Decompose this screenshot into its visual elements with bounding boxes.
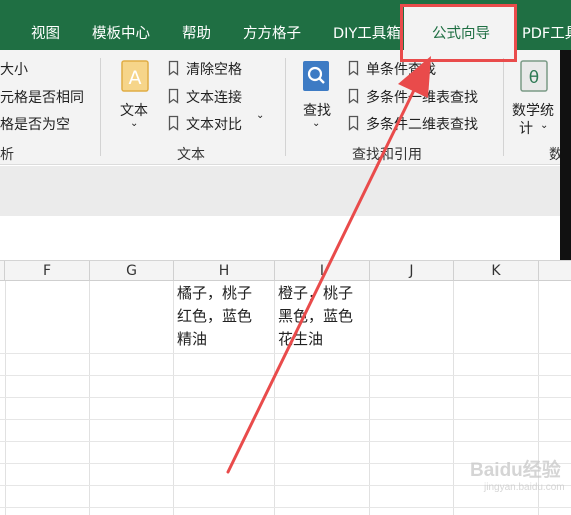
grid-line	[453, 281, 454, 515]
toolbar-area	[0, 166, 571, 216]
grid-line	[173, 281, 174, 515]
ribbon-panel: 大小 元格是否相同 格是否为空 析 A 文本 ⌄ 清除空格 文本连接 文本对比 …	[0, 50, 571, 165]
cell-h-line-3: 精油	[177, 330, 208, 348]
column-header-g[interactable]: G	[90, 261, 174, 281]
grid-line	[0, 375, 571, 376]
tab-formula-wizard-label: 公式向导	[432, 26, 490, 42]
column-header-h[interactable]: H	[174, 261, 275, 281]
bookmark-icon	[348, 60, 359, 76]
grid-line	[0, 397, 571, 398]
group-label-analysis: 析	[0, 147, 14, 163]
theta-icon: θ	[520, 60, 548, 92]
grid-line	[0, 353, 571, 354]
baidu-watermark: Baidu经验 jingyan.baidu.com	[470, 455, 565, 505]
grid-line	[0, 419, 571, 420]
ribbon-item-single-lookup[interactable]: 单条件查找	[366, 59, 436, 79]
magnifier-icon	[303, 61, 329, 91]
chevron-down-icon: ⌄	[130, 118, 139, 129]
tab-pdf-tools[interactable]: PDF工具	[522, 22, 571, 43]
math-stats-label-1: 数学统	[512, 103, 554, 119]
ribbon-item-multi-1d-lookup[interactable]: 多条件一维表查找	[366, 87, 478, 107]
chevron-down-icon: ⌄	[540, 120, 549, 131]
ribbon-item-cells-same[interactable]: 元格是否相同	[0, 87, 84, 107]
ribbon-item-clear-spaces[interactable]: 清除空格	[186, 59, 242, 79]
cell-h-content[interactable]: 橘子，桃子 红色，蓝色 精油	[177, 282, 273, 352]
ribbon-item-cell-empty[interactable]: 格是否为空	[0, 114, 70, 134]
cell-i-line-2: 黑色，蓝色	[278, 307, 354, 325]
text-button[interactable]: A 文本 ⌄	[114, 56, 158, 136]
grid-line	[0, 507, 571, 508]
ribbon-tab-bar: 视图 模板中心 帮助 方方格子 DIY工具箱 公式向导 PDF工具	[0, 0, 571, 50]
lookup-button[interactable]: 查找 ⌄	[298, 56, 338, 136]
cell-i-content[interactable]: 橙子，桃子 黑色，蓝色 花生油	[278, 282, 368, 352]
grid-line	[0, 441, 571, 442]
watermark-url: jingyan.baidu.com	[484, 482, 565, 493]
window-title	[255, 0, 305, 6]
tab-formula-wizard[interactable]: 公式向导	[404, 6, 514, 50]
tab-help[interactable]: 帮助	[182, 22, 211, 43]
cell-i-line-1: 橙子，桃子	[278, 284, 354, 302]
group-label-text: 文本	[177, 147, 205, 163]
column-header-k[interactable]: K	[454, 261, 539, 281]
math-stats-button[interactable]: θ 数学统 计 ⌄	[510, 56, 560, 137]
bookmark-icon	[348, 115, 359, 131]
group-label-lookup: 查找和引用	[352, 147, 422, 163]
tab-view[interactable]: 视图	[31, 22, 60, 43]
chevron-down-icon: ⌄	[312, 118, 321, 129]
column-header-row: F G H I J K	[0, 261, 571, 281]
grid-line	[369, 281, 370, 515]
ribbon-separator	[503, 58, 504, 156]
column-header-j[interactable]: J	[370, 261, 454, 281]
formula-bar[interactable]	[0, 216, 571, 261]
text-a-icon: A	[121, 60, 149, 92]
text-button-label: 文本	[120, 103, 148, 119]
bookmark-icon	[348, 88, 359, 104]
chevron-down-icon[interactable]: ⌄	[256, 110, 264, 121]
grid-line	[274, 281, 275, 515]
svg-text:θ: θ	[529, 68, 539, 88]
tab-template-center[interactable]: 模板中心	[92, 22, 150, 43]
grid-line	[5, 281, 6, 515]
tab-grid-tools[interactable]: 方方格子	[243, 22, 301, 43]
ribbon-item-multi-2d-lookup[interactable]: 多条件二维表查找	[366, 114, 478, 134]
watermark-brand: Baidu经验	[470, 460, 561, 481]
ribbon-separator	[100, 58, 101, 156]
math-stats-label-2: 计	[519, 121, 533, 137]
lookup-button-label: 查找	[303, 103, 331, 119]
cell-i-line-3: 花生油	[278, 330, 324, 348]
cell-h-line-1: 橘子，桃子	[177, 284, 253, 302]
window-edge	[560, 50, 571, 260]
bookmark-icon	[168, 115, 179, 131]
ribbon-item-compare-size[interactable]: 大小	[0, 59, 28, 79]
bookmark-icon	[168, 60, 179, 76]
bookmark-icon	[168, 88, 179, 104]
column-header-f[interactable]: F	[5, 261, 90, 281]
grid-line	[89, 281, 90, 515]
svg-text:A: A	[129, 67, 142, 89]
ribbon-item-text-compare[interactable]: 文本对比	[186, 114, 242, 134]
ribbon-item-text-join[interactable]: 文本连接	[186, 87, 242, 107]
ribbon-separator	[285, 58, 286, 156]
cell-h-line-2: 红色，蓝色	[177, 307, 253, 325]
tab-diy-toolbox[interactable]: DIY工具箱	[333, 22, 401, 43]
column-header-i[interactable]: I	[275, 261, 370, 281]
